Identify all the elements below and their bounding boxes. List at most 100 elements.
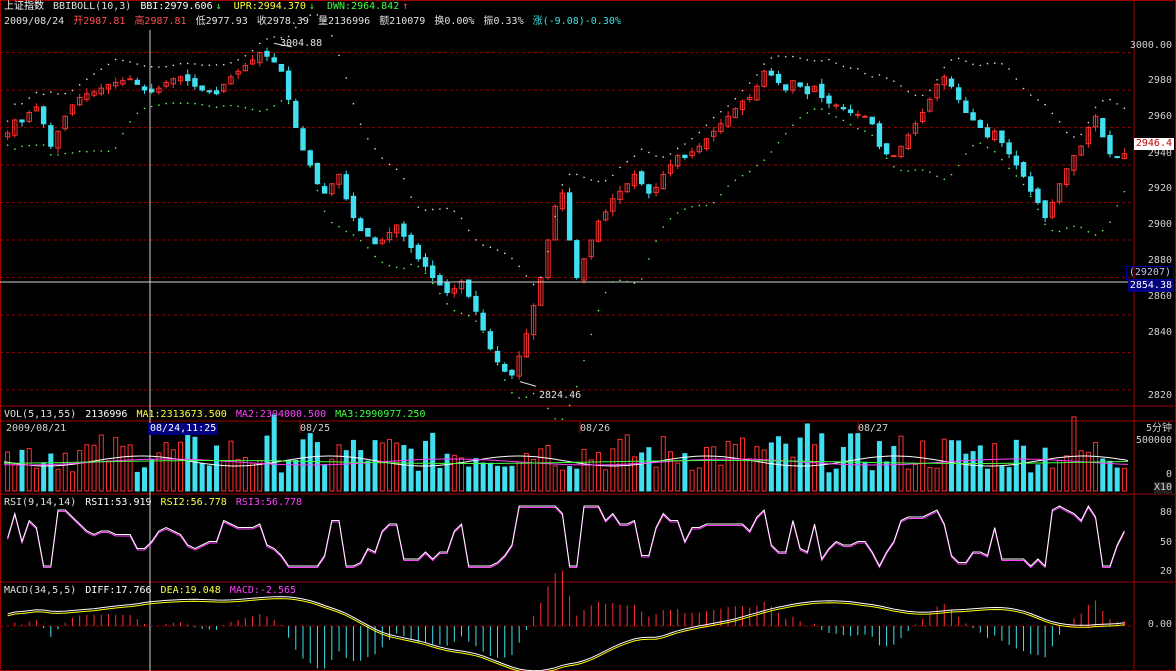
candle-body (566, 192, 573, 241)
dwn-dot (813, 108, 816, 110)
dwn-dot (907, 170, 910, 172)
dwn-dot (950, 173, 953, 176)
rsi2-value: RSI2:56.778 (160, 497, 227, 508)
upr-dot (936, 78, 938, 81)
volume-bar (941, 438, 947, 492)
upr-dot (395, 168, 398, 171)
vol-value: 2136996 (85, 409, 128, 420)
volume-bar (905, 468, 911, 492)
volume-bar (163, 442, 169, 492)
dwn-dot (1022, 183, 1025, 186)
candle-body (1020, 162, 1027, 177)
dwn-dot (1123, 190, 1126, 193)
candle-body (819, 83, 825, 98)
arrow-down-icon: ↓ (215, 1, 222, 12)
volume-bar (963, 453, 969, 492)
upr-dot (251, 49, 254, 52)
volume-bar (120, 445, 126, 492)
upr-dot (460, 217, 463, 220)
dwn-dot (287, 102, 290, 105)
price-tick: 2840 (1147, 327, 1172, 338)
date-label: 08/26 (580, 423, 611, 434)
upr-dot (1073, 136, 1075, 138)
upr-dot (604, 179, 607, 182)
upr-dot (777, 55, 780, 57)
volume-bar (675, 462, 681, 492)
candle-body (638, 171, 645, 185)
dwn-dot (518, 397, 520, 399)
rsi-tick: 20 (1159, 566, 1172, 577)
volume-bar (69, 471, 75, 492)
volume-bar (401, 445, 407, 492)
volume-bar (776, 436, 782, 492)
price-tick: 2820 (1147, 390, 1172, 401)
volume-bar (41, 462, 47, 492)
volume-bar (307, 433, 313, 492)
candle-body (185, 74, 191, 82)
frame (0, 0, 1176, 671)
dwn-dot (6, 144, 9, 146)
dwn-dot (554, 417, 556, 420)
volume-bar (365, 460, 371, 492)
candle-body (314, 162, 321, 185)
dwn-dot (78, 150, 81, 153)
upr-dot (1037, 99, 1039, 101)
upr-dot (1065, 131, 1068, 134)
volume-bar (192, 436, 198, 492)
volume-bar (985, 468, 990, 492)
rsi-name[interactable]: RSI(9,14,14) (4, 497, 76, 508)
upr-dot (1094, 106, 1097, 109)
upr-dot (835, 62, 837, 64)
price-tick: 2920 (1147, 183, 1172, 194)
upr-dot (806, 59, 809, 61)
dwn-dot (957, 164, 960, 167)
upr-dot (712, 116, 715, 119)
candle-body (19, 119, 25, 123)
upr-dot (352, 102, 355, 105)
upr-dot (1015, 78, 1018, 80)
upr-dot (107, 63, 110, 66)
volume-bar (999, 466, 1005, 492)
volume-bar (783, 443, 789, 492)
macd-name[interactable]: MACD(34,5,5) (4, 585, 76, 596)
upr-dot (172, 64, 175, 67)
volume-bar (372, 440, 378, 492)
candle-body (574, 240, 580, 278)
volume-bar (869, 470, 875, 492)
upr-dot (410, 196, 412, 198)
upr-dot (720, 110, 722, 113)
period-label[interactable]: 5分钟 (1146, 423, 1172, 435)
stock-chart[interactable] (0, 0, 1176, 671)
upr-dot (158, 66, 160, 68)
vol-name[interactable]: VOL(5,13,55) (4, 409, 76, 420)
dwn-dot (857, 127, 859, 130)
candle-body (1006, 142, 1012, 155)
upr-dot (907, 90, 910, 93)
upr-dot (1051, 112, 1054, 115)
candle-body (883, 143, 890, 155)
volume-bar (574, 468, 580, 492)
rsi-header: RSI(9,14,14) RSI1:53.919 RSI2:56.778 RSI… (4, 496, 305, 510)
dwn-dot (237, 105, 239, 108)
indicator-name[interactable]: BBIBOLL(10,3) (53, 1, 131, 12)
candle-body (278, 63, 285, 72)
upr-dot (57, 93, 59, 95)
dwn-dot (604, 291, 607, 294)
dwn-dot (273, 105, 275, 107)
candle-body (415, 244, 421, 260)
volume-bar (624, 434, 630, 492)
dwn-dot (648, 258, 650, 260)
candle-body (826, 95, 832, 104)
dwn-dot (172, 102, 175, 104)
dwn-dot (295, 120, 297, 122)
index-title[interactable]: 上证指数 (4, 1, 44, 12)
candle-body (977, 120, 983, 129)
dwn-dot (763, 159, 765, 161)
dwn-dot (215, 106, 218, 109)
dwn-dot (93, 150, 95, 152)
upr-dot (770, 57, 773, 59)
volume-bar (170, 449, 176, 492)
upr-dot (669, 153, 672, 155)
dwn-dot (395, 266, 398, 269)
dwn-dot (129, 121, 131, 123)
